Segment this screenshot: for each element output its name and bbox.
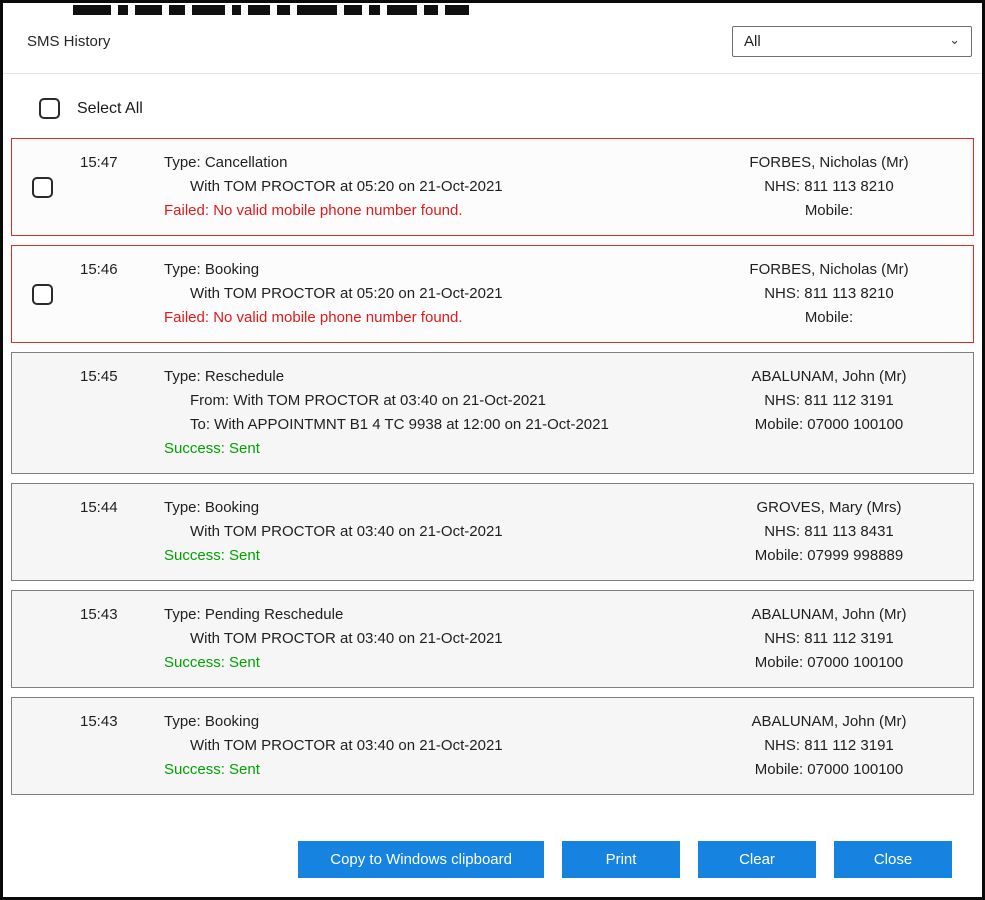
patient-nhs: NHS: 811 112 3191 [693,734,965,758]
message-status: Failed: No valid mobile phone number fou… [164,199,693,223]
patient-name: FORBES, Nicholas (Mr) [693,258,965,282]
message-detail: With TOM PROCTOR at 03:40 on 21-Oct-2021 [164,627,693,651]
text-fragment [118,5,128,15]
text-fragment [192,5,225,15]
sms-entry[interactable]: 15:44 Type: Booking With TOM PROCTOR at … [11,483,974,581]
text-fragment [445,5,469,15]
patient-mobile: Mobile: [693,306,965,330]
sms-entry[interactable]: 15:43 Type: Pending Reschedule With TOM … [11,590,974,688]
message-type: Type: Booking [164,258,693,282]
message-detail: With TOM PROCTOR at 05:20 on 21-Oct-2021 [164,282,693,306]
patient-name: ABALUNAM, John (Mr) [693,603,965,627]
patient-nhs: NHS: 811 113 8210 [693,282,965,306]
message-detail: With TOM PROCTOR at 03:40 on 21-Oct-2021 [164,734,693,758]
message-status: Success: Sent [164,651,693,675]
patient-mobile: Mobile: [693,199,965,223]
message-time: 15:45 [80,365,164,389]
text-fragment [369,5,380,15]
message-time: 15:47 [80,151,164,175]
sms-entry-failed[interactable]: 15:47 Type: Cancellation With TOM PROCTO… [11,138,974,236]
print-button[interactable]: Print [562,841,680,878]
message-detail: To: With APPOINTMNT B1 4 TC 9938 at 12:0… [164,413,693,437]
text-fragment [248,5,270,15]
message-checkbox[interactable] [32,284,53,305]
copy-to-clipboard-button[interactable]: Copy to Windows clipboard [298,841,544,878]
message-detail: With TOM PROCTOR at 03:40 on 21-Oct-2021 [164,520,693,544]
sms-entry[interactable]: 15:45 Type: Reschedule From: With TOM PR… [11,352,974,474]
patient-name: ABALUNAM, John (Mr) [693,365,965,389]
select-all-checkbox[interactable] [39,98,60,119]
chevron-down-icon: ⌄ [949,33,960,46]
filter-dropdown[interactable]: All ⌄ [732,26,972,57]
dialog-header: SMS History All ⌄ [3,18,982,73]
close-button[interactable]: Close [834,841,952,878]
patient-name: GROVES, Mary (Mrs) [693,496,965,520]
message-checkbox[interactable] [32,177,53,198]
patient-nhs: NHS: 811 112 3191 [693,627,965,651]
sms-list: 15:47 Type: Cancellation With TOM PROCTO… [3,138,982,795]
text-fragment [344,5,362,15]
message-type: Type: Booking [164,496,693,520]
message-time: 15:46 [80,258,164,282]
patient-mobile: Mobile: 07000 100100 [693,651,965,675]
patient-mobile: Mobile: 07000 100100 [693,758,965,782]
sms-history-dialog: SMS History All ⌄ Select All 15:47 Type:… [0,0,985,900]
message-type: Type: Booking [164,710,693,734]
message-status: Success: Sent [164,437,693,461]
message-status: Success: Sent [164,544,693,568]
text-fragment [297,5,337,15]
patient-nhs: NHS: 811 112 3191 [693,389,965,413]
dialog-footer: Copy to Windows clipboard Print Clear Cl… [3,841,982,897]
message-detail: From: With TOM PROCTOR at 03:40 on 21-Oc… [164,389,693,413]
message-type: Type: Pending Reschedule [164,603,693,627]
message-time: 15:44 [80,496,164,520]
text-fragment [169,5,185,15]
patient-mobile: Mobile: 07999 998889 [693,544,965,568]
text-fragment [424,5,438,15]
select-all-row: Select All [3,74,982,138]
message-status: Success: Sent [164,758,693,782]
sms-entry-failed[interactable]: 15:46 Type: Booking With TOM PROCTOR at … [11,245,974,343]
text-fragment [73,5,111,15]
page-title: SMS History [27,33,110,50]
patient-mobile: Mobile: 07000 100100 [693,413,965,437]
filter-dropdown-value: All [744,33,761,50]
message-detail: With TOM PROCTOR at 05:20 on 21-Oct-2021 [164,175,693,199]
patient-nhs: NHS: 811 113 8210 [693,175,965,199]
message-type: Type: Reschedule [164,365,693,389]
message-time: 15:43 [80,603,164,627]
cropped-title-text-artifact [73,5,982,18]
text-fragment [232,5,241,15]
text-fragment [135,5,162,15]
patient-nhs: NHS: 811 113 8431 [693,520,965,544]
text-fragment [387,5,417,15]
sms-entry[interactable]: 15:43 Type: Booking With TOM PROCTOR at … [11,697,974,795]
select-all-label: Select All [77,100,143,118]
clear-button[interactable]: Clear [698,841,816,878]
text-fragment [277,5,290,15]
patient-name: FORBES, Nicholas (Mr) [693,151,965,175]
message-type: Type: Cancellation [164,151,693,175]
message-time: 15:43 [80,710,164,734]
patient-name: ABALUNAM, John (Mr) [693,710,965,734]
message-status: Failed: No valid mobile phone number fou… [164,306,693,330]
